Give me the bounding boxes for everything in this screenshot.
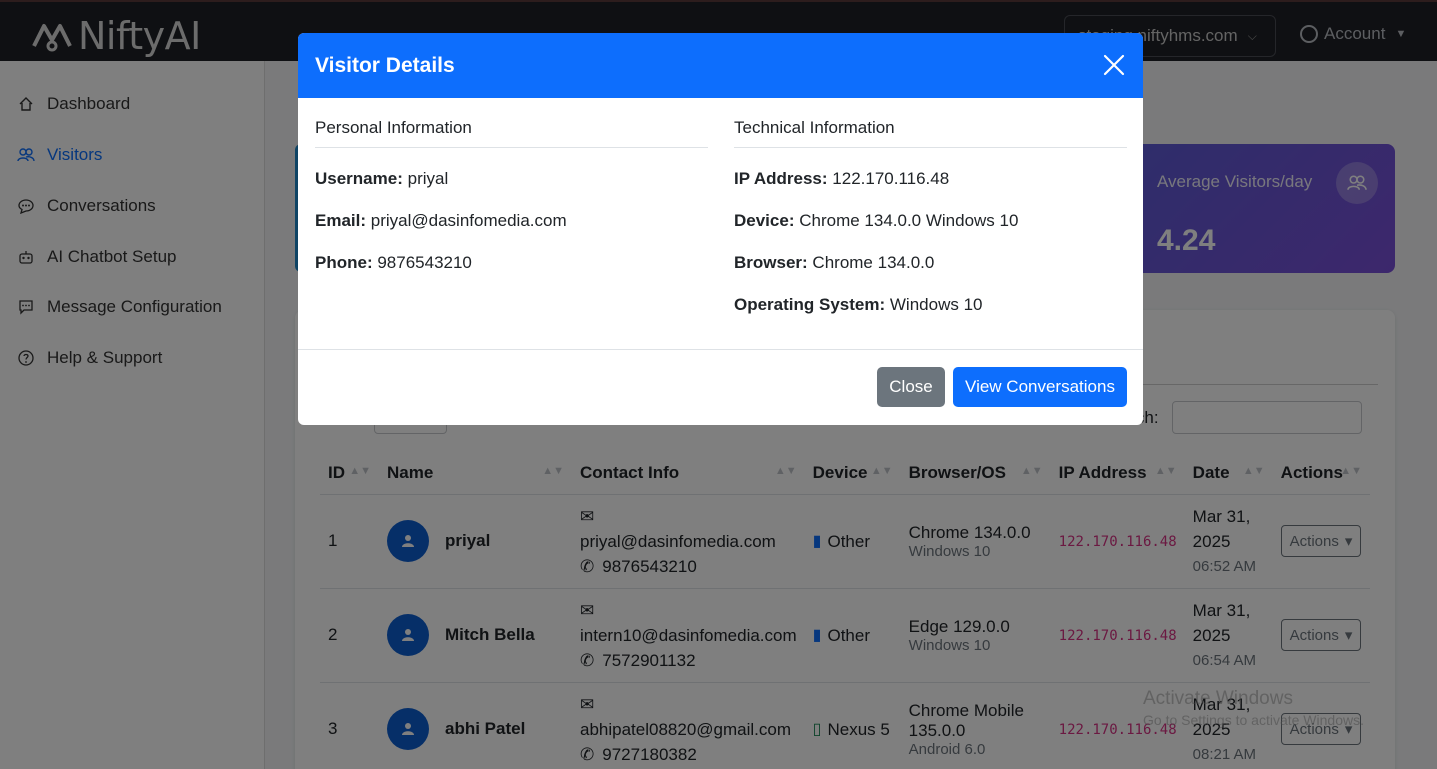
- phone-value: 9876543210: [377, 253, 472, 272]
- os-row: Operating System: Windows 10: [734, 295, 983, 314]
- close-button[interactable]: Close: [877, 367, 945, 407]
- personal-information-section: Personal Information Username: priyal Em…: [315, 118, 708, 274]
- username-row: Username: priyal: [315, 169, 449, 188]
- browser-row: Browser: Chrome 134.0.0: [734, 253, 935, 272]
- ip-value: 122.170.116.48: [832, 169, 950, 188]
- close-icon[interactable]: [1101, 52, 1127, 78]
- email-value: priyal@dasinfomedia.com: [370, 211, 567, 230]
- email-row: Email: priyal@dasinfomedia.com: [315, 211, 567, 230]
- browser-value: Chrome 134.0.0: [812, 253, 935, 272]
- ip-row: IP Address: 122.170.116.48: [734, 169, 950, 188]
- modal-header: Visitor Details: [298, 33, 1143, 98]
- device-row: Device: Chrome 134.0.0 Windows 10: [734, 211, 1019, 230]
- device-value: Chrome 134.0.0 Windows 10: [799, 211, 1019, 230]
- section-heading: Personal Information: [315, 118, 708, 148]
- section-heading: Technical Information: [734, 118, 1127, 148]
- visitor-details-modal: Visitor Details Personal Information Use…: [298, 33, 1143, 425]
- os-value: Windows 10: [889, 295, 983, 314]
- phone-row: Phone: 9876543210: [315, 253, 472, 272]
- view-conversations-button[interactable]: View Conversations: [953, 367, 1127, 407]
- modal-title: Visitor Details: [315, 53, 455, 77]
- modal-body: Personal Information Username: priyal Em…: [298, 98, 1143, 350]
- username-value: priyal: [407, 169, 449, 188]
- technical-information-section: Technical Information IP Address: 122.17…: [734, 118, 1127, 316]
- modal-footer: Close View Conversations: [298, 350, 1143, 425]
